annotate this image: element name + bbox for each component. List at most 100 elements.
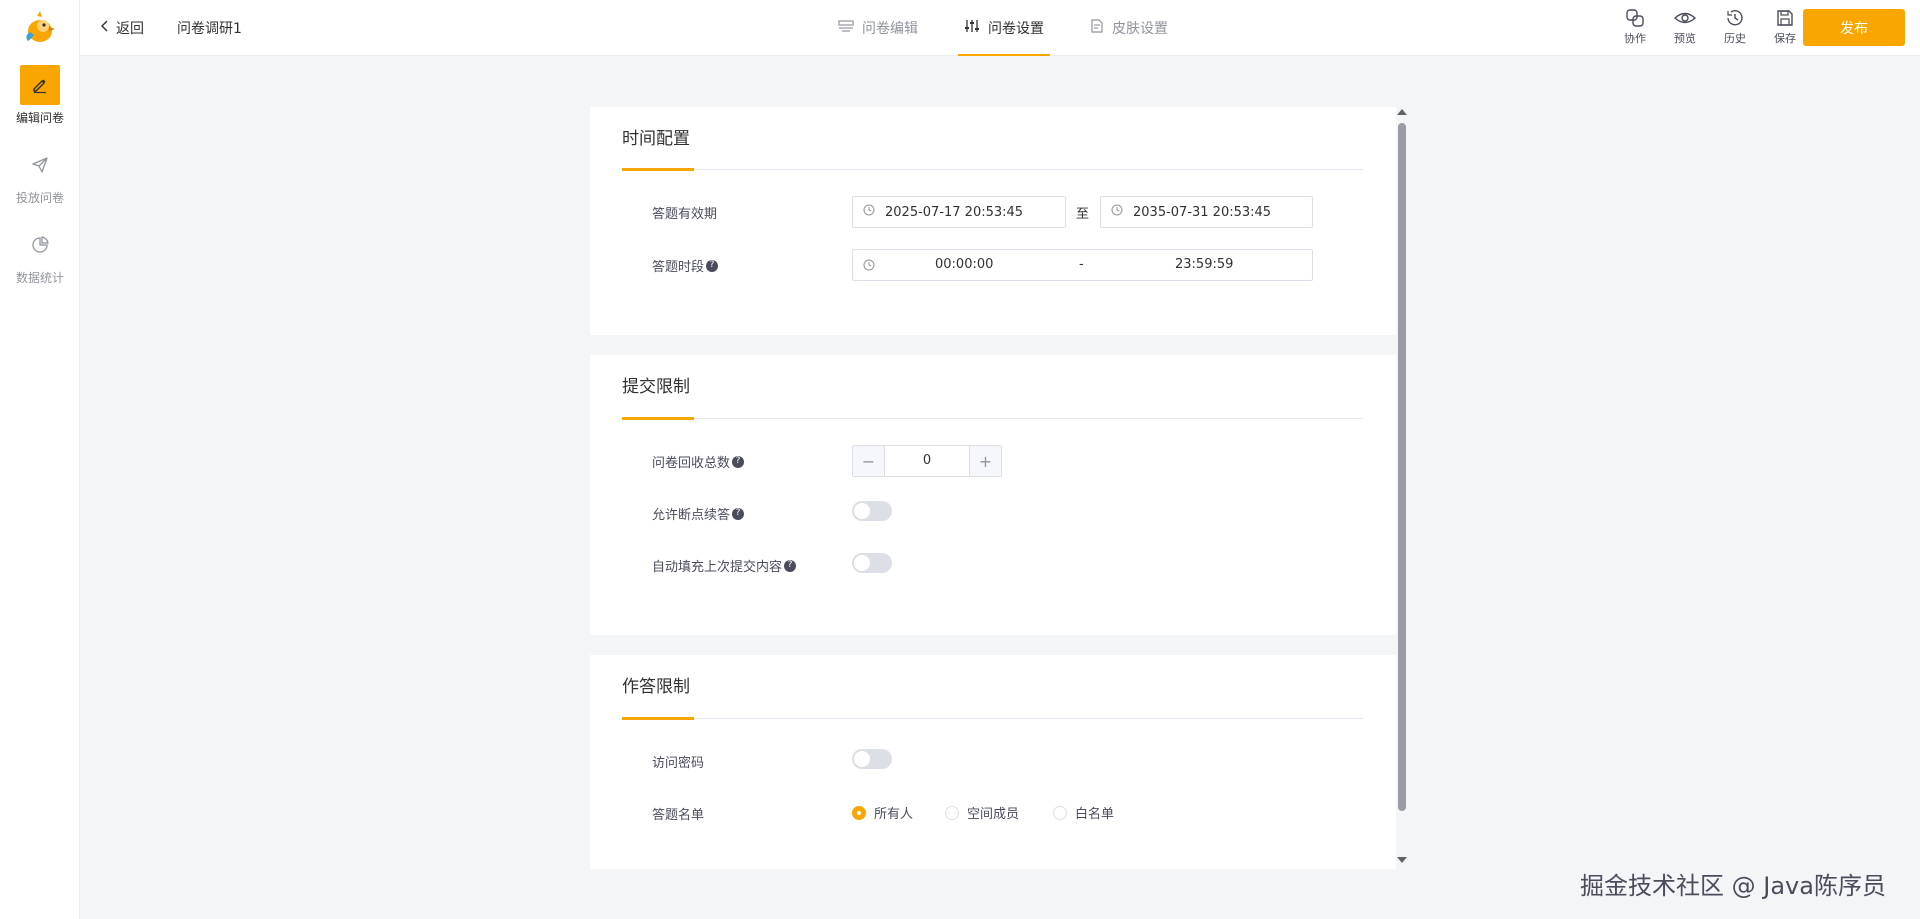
section-divider bbox=[622, 169, 1363, 170]
answer-limit-section: 作答限制 访问密码 答题名单 所有人 空间成员 白名单 bbox=[590, 655, 1396, 869]
collaborate-icon bbox=[1610, 8, 1660, 28]
section-divider bbox=[622, 418, 1363, 419]
answer-list-label-text: 答题名单 bbox=[652, 808, 705, 823]
tab-skin-settings[interactable]: 皮肤设置 bbox=[1084, 0, 1174, 56]
radio-label: 所有人 bbox=[874, 807, 914, 822]
clock-icon bbox=[863, 259, 875, 275]
back-button[interactable]: 返回 bbox=[100, 18, 144, 38]
clock-icon bbox=[1111, 204, 1133, 220]
sidebar-item-edit[interactable]: 编辑问卷 bbox=[0, 65, 80, 126]
tab-bar: 问卷编辑 问卷设置 皮肤设置 bbox=[832, 0, 1208, 56]
range-to-label: 至 bbox=[1076, 207, 1090, 222]
top-header: 返回 问卷调研1 问卷编辑 问卷设置 皮肤设置 协作 预览 历史 保存 发布 bbox=[80, 0, 1920, 56]
help-icon[interactable]: ? bbox=[732, 507, 745, 520]
toolbar: 协作 预览 历史 保存 bbox=[1610, 8, 1810, 46]
scroll-down-arrow-icon[interactable] bbox=[1397, 857, 1407, 863]
total-stepper[interactable]: − 0 + bbox=[852, 445, 1002, 477]
password-toggle[interactable] bbox=[852, 749, 892, 769]
period-label-text: 答题时段 bbox=[652, 260, 705, 275]
autofill-toggle[interactable] bbox=[852, 553, 892, 573]
start-date-input[interactable]: 2025-07-17 20:53:45 bbox=[852, 196, 1066, 228]
collaborate-button[interactable]: 协作 bbox=[1610, 8, 1660, 46]
help-icon[interactable]: ? bbox=[706, 259, 719, 272]
edit-icon bbox=[20, 65, 60, 105]
start-date-value: 2025-07-17 20:53:45 bbox=[885, 204, 1024, 220]
password-label-text: 访问密码 bbox=[652, 756, 705, 771]
answer-list-label: 答题名单 bbox=[652, 804, 704, 823]
tool-label: 预览 bbox=[1674, 32, 1696, 45]
radio-label: 白名单 bbox=[1075, 807, 1115, 822]
decrement-button[interactable]: − bbox=[853, 446, 885, 476]
chevron-left-icon bbox=[100, 20, 110, 36]
tool-label: 协作 bbox=[1624, 32, 1646, 45]
total-value[interactable]: 0 bbox=[885, 446, 969, 476]
autofill-label: 自动填充上次提交内容 ? bbox=[652, 556, 797, 575]
tool-label: 历史 bbox=[1724, 32, 1746, 45]
clock-icon bbox=[863, 204, 885, 220]
time-config-section: 时间配置 答题有效期 2025-07-17 20:53:45 至 2035-07… bbox=[590, 107, 1396, 335]
total-label: 问卷回收总数 ? bbox=[652, 452, 745, 471]
tab-label: 皮肤设置 bbox=[1112, 21, 1168, 37]
password-label: 访问密码 bbox=[652, 752, 704, 771]
sidebar-item-label: 投放问卷 bbox=[15, 191, 64, 205]
period-label: 答题时段 ? bbox=[652, 256, 719, 275]
left-sidebar: 编辑问卷 投放问卷 数据统计 bbox=[0, 0, 80, 919]
section-title-underline bbox=[622, 417, 694, 420]
time-range-input[interactable]: 00:00:00 - 23:59:59 bbox=[852, 249, 1313, 281]
validity-label-text: 答题有效期 bbox=[652, 207, 718, 222]
settings-panel: 时间配置 答题有效期 2025-07-17 20:53:45 至 2035-07… bbox=[590, 107, 1396, 869]
autofill-label-text: 自动填充上次提交内容 bbox=[652, 560, 783, 575]
bird-logo-icon[interactable] bbox=[22, 10, 58, 46]
history-button[interactable]: 历史 bbox=[1710, 8, 1760, 46]
radio-dot bbox=[1053, 805, 1067, 820]
sidebar-item-statistics[interactable]: 数据统计 bbox=[0, 225, 80, 286]
survey-title: 问卷调研1 bbox=[177, 21, 242, 37]
eye-icon bbox=[1660, 8, 1710, 28]
tab-survey-settings[interactable]: 问卷设置 bbox=[958, 0, 1050, 56]
form-edit-icon bbox=[838, 19, 854, 37]
tab-label: 问卷设置 bbox=[988, 21, 1044, 37]
tab-survey-edit[interactable]: 问卷编辑 bbox=[832, 0, 924, 56]
tool-label: 保存 bbox=[1774, 32, 1796, 45]
section-title-underline bbox=[622, 717, 694, 720]
section-title: 提交限制 bbox=[622, 377, 690, 397]
period-start-value: 00:00:00 bbox=[935, 257, 994, 272]
send-icon bbox=[20, 145, 60, 185]
sidebar-item-distribute[interactable]: 投放问卷 bbox=[0, 145, 80, 206]
section-title: 作答限制 bbox=[622, 677, 690, 697]
back-label: 返回 bbox=[116, 21, 144, 37]
radio-everyone[interactable]: 所有人 bbox=[852, 803, 913, 822]
radio-dot bbox=[945, 805, 959, 820]
preview-button[interactable]: 预览 bbox=[1660, 8, 1710, 46]
sliders-icon bbox=[964, 19, 980, 37]
radio-space-members[interactable]: 空间成员 bbox=[945, 803, 1019, 822]
scroll-up-arrow-icon[interactable] bbox=[1397, 109, 1407, 115]
validity-label: 答题有效期 bbox=[652, 203, 717, 222]
period-end-value: 23:59:59 bbox=[1175, 257, 1234, 272]
end-date-value: 2035-07-31 20:53:45 bbox=[1133, 204, 1272, 220]
help-icon[interactable]: ? bbox=[732, 455, 745, 468]
increment-button[interactable]: + bbox=[969, 446, 1001, 476]
help-icon[interactable]: ? bbox=[784, 559, 797, 572]
pie-chart-icon bbox=[20, 225, 60, 265]
section-title-underline bbox=[622, 168, 694, 171]
publish-button[interactable]: 发布 bbox=[1803, 9, 1905, 46]
total-label-text: 问卷回收总数 bbox=[652, 456, 731, 471]
watermark: 掘金技术社区 @ Java陈序员 bbox=[1580, 872, 1886, 900]
scroll-thumb[interactable] bbox=[1398, 123, 1406, 811]
section-title: 时间配置 bbox=[622, 129, 690, 149]
radio-dot bbox=[852, 805, 866, 820]
end-date-input[interactable]: 2035-07-31 20:53:45 bbox=[1100, 196, 1313, 228]
panel-scrollbar[interactable] bbox=[1396, 107, 1408, 869]
sidebar-item-label: 编辑问卷 bbox=[15, 111, 64, 125]
period-separator: - bbox=[1079, 257, 1084, 272]
tab-label: 问卷编辑 bbox=[862, 21, 918, 37]
resume-toggle[interactable] bbox=[852, 501, 892, 521]
radio-whitelist[interactable]: 白名单 bbox=[1053, 803, 1114, 822]
sidebar-item-label: 数据统计 bbox=[15, 271, 64, 285]
submit-limit-section: 提交限制 问卷回收总数 ? − 0 + 允许断点续答 ? 自动填充上次提交内容 … bbox=[590, 355, 1396, 635]
resume-label: 允许断点续答 ? bbox=[652, 504, 745, 523]
resume-label-text: 允许断点续答 bbox=[652, 508, 731, 523]
section-divider bbox=[622, 718, 1363, 719]
history-icon bbox=[1710, 8, 1760, 28]
